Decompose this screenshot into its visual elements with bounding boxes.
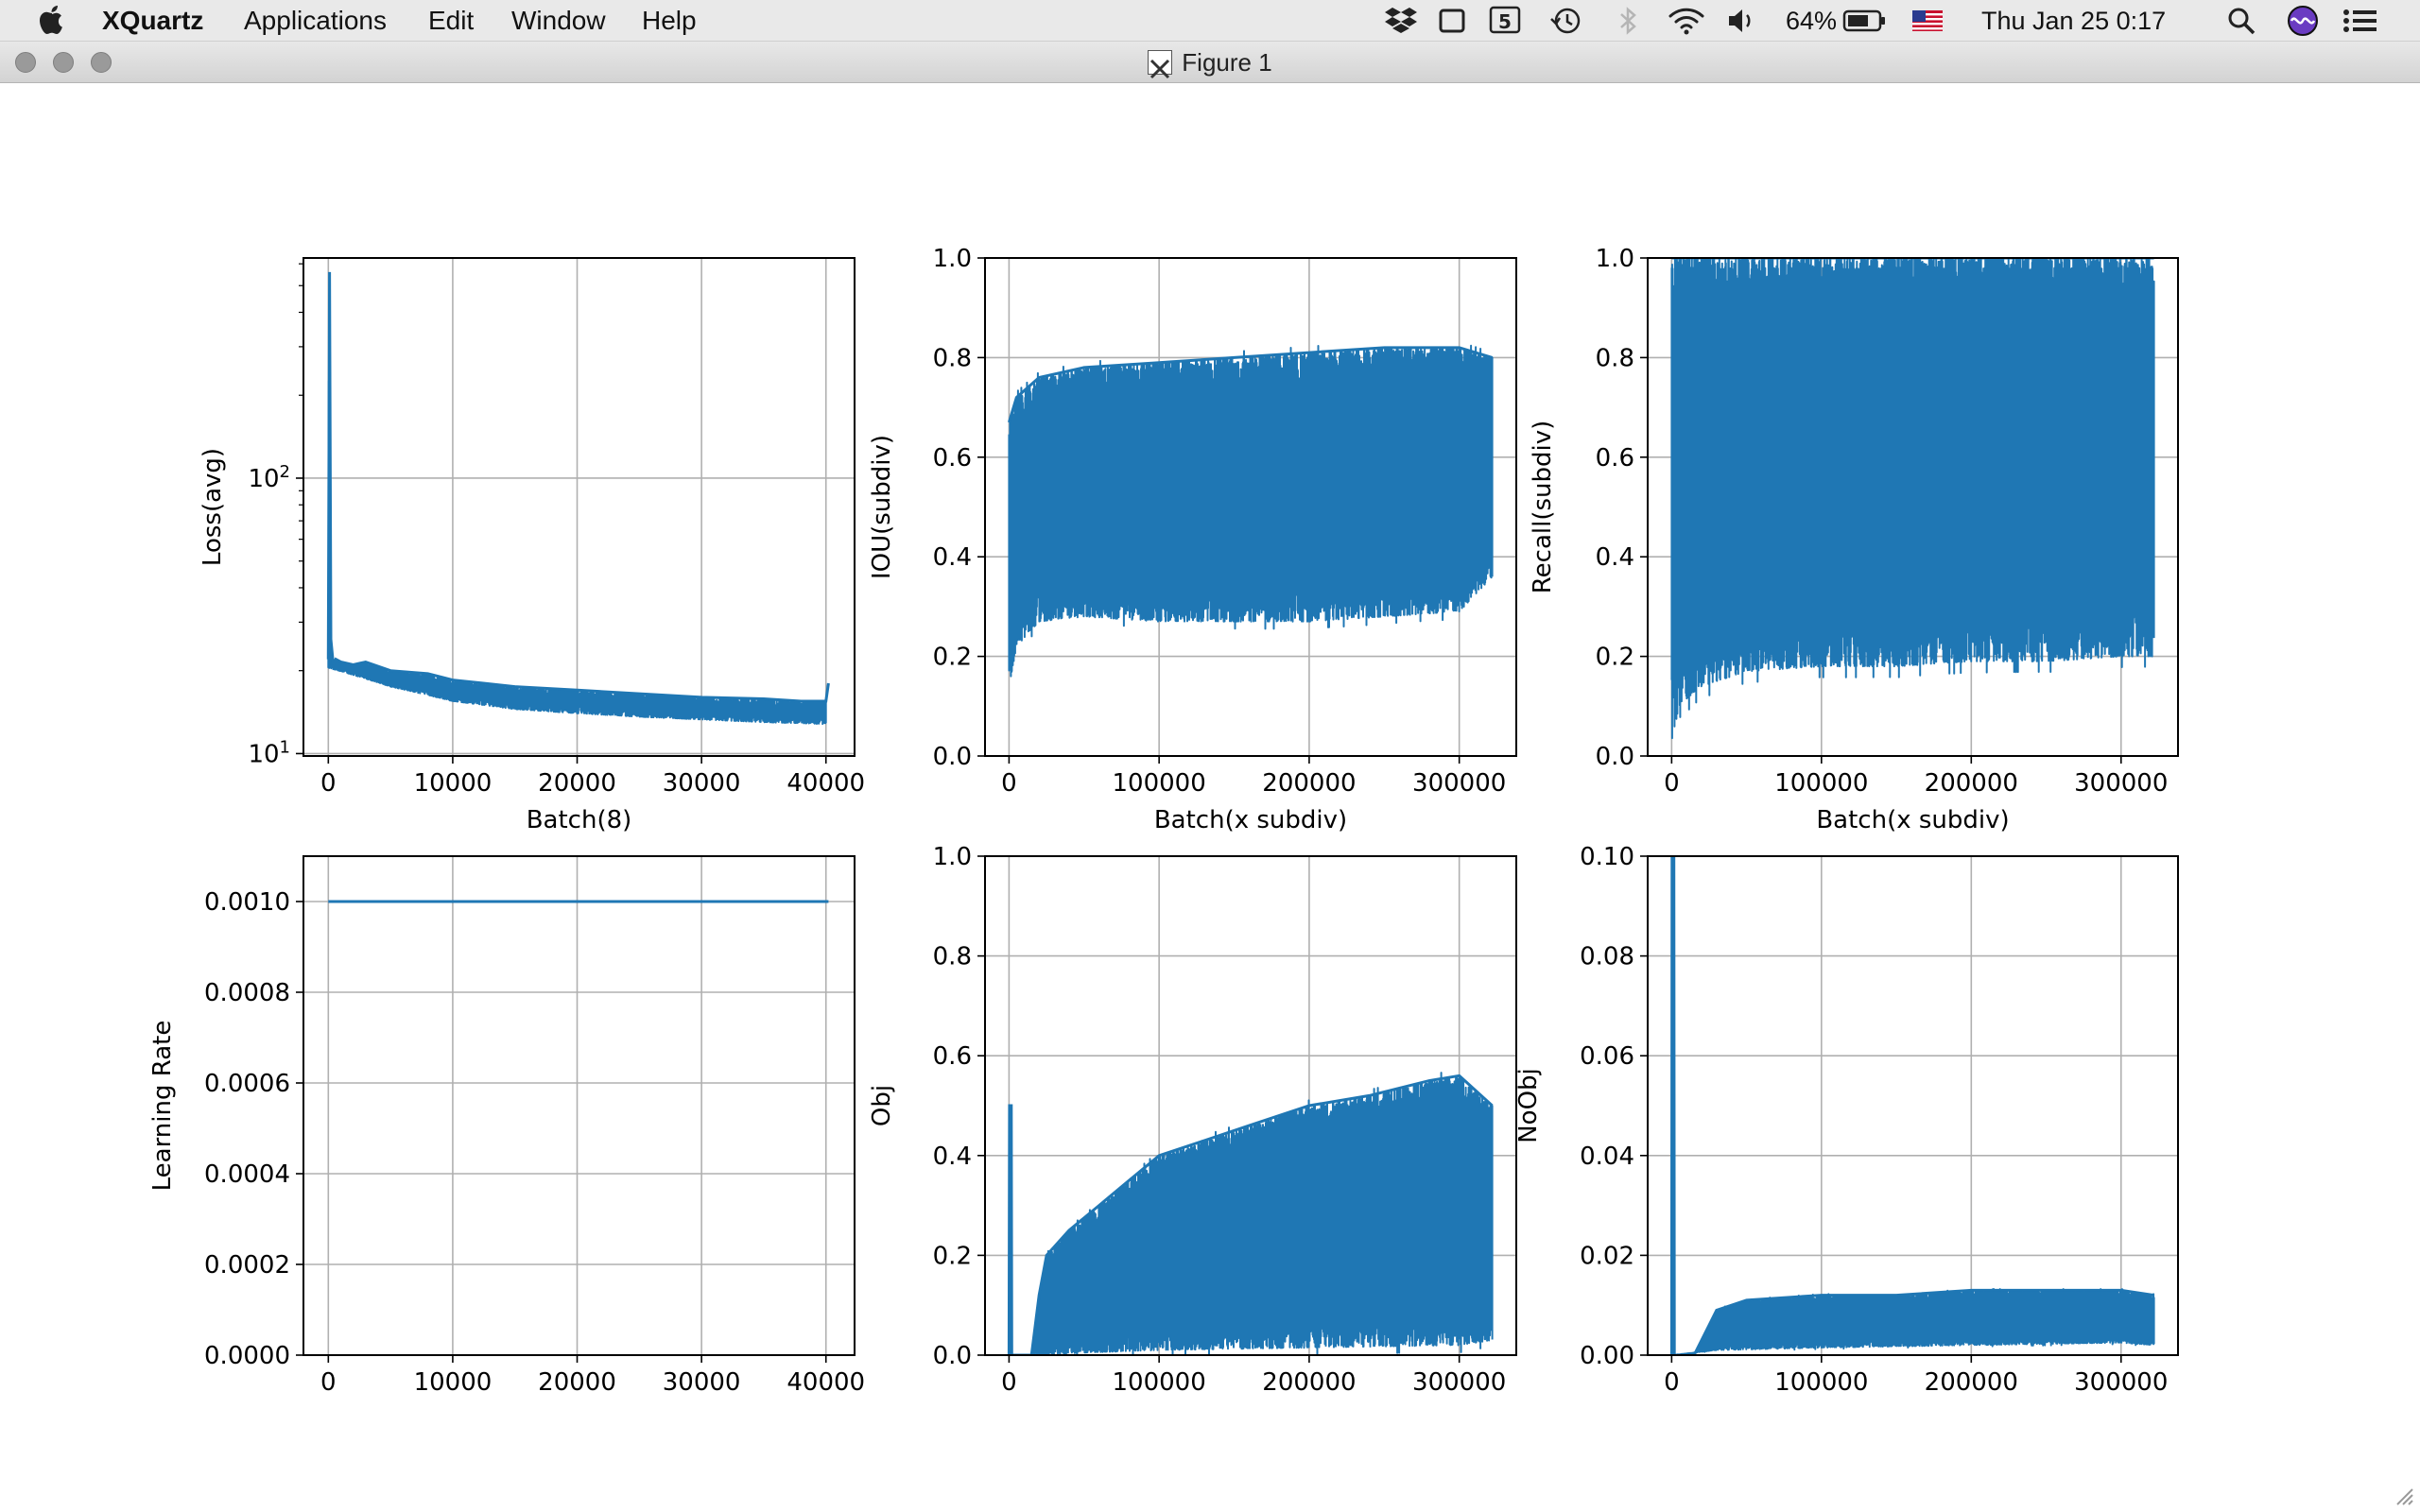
y-axis-label: Loss(avg) [199, 448, 227, 566]
dropbox-icon[interactable] [1384, 0, 1418, 42]
bluetooth-icon[interactable] [1616, 0, 1639, 42]
window-titlebar: Figure 1 [0, 42, 2420, 83]
x-axis-label: Batch(8) [527, 806, 632, 834]
y-tick-label: 0.0002 [204, 1251, 290, 1280]
screen-icon[interactable] [1438, 0, 1466, 42]
x-tick-label: 30000 [663, 769, 741, 798]
time-machine-icon[interactable] [1549, 0, 1583, 42]
x-tick-label: 100000 [1113, 1368, 1206, 1397]
menu-edit[interactable]: Edit [428, 0, 474, 42]
datetime: Thu Jan 25 0:17 [1981, 6, 2167, 35]
x-tick-label: 300000 [1412, 1368, 1506, 1397]
menu-bar: XQuartz Applications Edit Window Help 5 … [0, 0, 2420, 42]
y-tick-label: 0.8 [933, 943, 972, 971]
x-tick-label: 100000 [1113, 769, 1206, 798]
y-tick-label: 0.8 [933, 344, 972, 372]
window-title: Figure 1 [1182, 48, 1272, 77]
y-tick-label: 0.2 [933, 1242, 972, 1270]
html5-icon[interactable]: 5 [1489, 0, 1521, 42]
svg-text:5: 5 [1498, 10, 1512, 33]
resize-grip-icon[interactable] [2390, 1482, 2414, 1506]
notification-list-icon[interactable] [2342, 0, 2378, 42]
x-tick-label: 0 [1664, 769, 1680, 798]
y-tick-label: 0.0 [1596, 743, 1634, 771]
menu-applications[interactable]: Applications [244, 0, 387, 42]
y-tick-label: 0.0 [933, 1342, 972, 1370]
flag-icon[interactable] [1912, 0, 1943, 42]
y-axis-label: Recall(subdiv) [1529, 421, 1557, 594]
window-title-area: Figure 1 [0, 42, 2420, 83]
x-tick-label: 20000 [538, 1368, 616, 1397]
x-tick-label: 200000 [1262, 769, 1356, 798]
siri-icon[interactable] [2287, 0, 2319, 42]
y-tick-label: 1.0 [933, 843, 972, 871]
battery-percent: 64% [1786, 6, 1838, 35]
volume-icon[interactable] [1726, 0, 1756, 42]
y-tick-label: 0.2 [933, 644, 972, 672]
y-tick-label: 1.0 [1596, 245, 1634, 273]
figure-canvas: 0 10000 20000 30000 40000101102Batch(8)Loss(… [0, 83, 2420, 1512]
y-tick-label: 0.8 [1596, 344, 1634, 372]
x-tick-label: 40000 [786, 769, 865, 798]
y-tick-label: 0.2 [1596, 644, 1634, 672]
x-tick-label: 30000 [663, 1368, 741, 1397]
y-tick-label: 0.0 [933, 743, 972, 771]
y-tick-label: 0.0004 [204, 1160, 290, 1189]
y-tick-label: 0.0010 [204, 888, 290, 917]
y-axis-label: NoObj [1514, 1068, 1543, 1143]
app-menu[interactable]: XQuartz [102, 0, 203, 42]
x-tick-label: 200000 [1925, 769, 2018, 798]
y-tick-label: 0.06 [1580, 1042, 1634, 1071]
search-icon[interactable] [2226, 0, 2256, 42]
menu-help[interactable]: Help [642, 0, 697, 42]
wifi-icon[interactable] [1668, 0, 1705, 42]
y-axis-label: IOU(subdiv) [868, 435, 896, 579]
y-axis-label: Obj [868, 1085, 896, 1126]
y-tick-label: 0.6 [1596, 444, 1634, 472]
x-tick-label: 10000 [414, 769, 493, 798]
y-tick-label: 0.4 [1596, 543, 1634, 572]
y-tick-label: 0.6 [933, 444, 972, 472]
x-tick-label: 200000 [1262, 1368, 1356, 1397]
y-tick-label: 0.0008 [204, 979, 290, 1007]
y-tick-label: 0.08 [1580, 943, 1634, 971]
x-tick-label: 100000 [1774, 769, 1868, 798]
x-tick-label: 300000 [1412, 769, 1506, 798]
y-tick-label: 0.04 [1580, 1143, 1634, 1171]
y-tick-label: 0.6 [933, 1042, 972, 1071]
x-tick-label: 20000 [538, 769, 616, 798]
x-axis-label: Batch(x subdiv) [1816, 806, 2009, 834]
y-tick-label: 0.0006 [204, 1070, 290, 1098]
y-tick-label: 0.00 [1580, 1342, 1634, 1370]
xquartz-x-icon [1148, 50, 1173, 79]
y-axis-label: Learning Rate [148, 1021, 177, 1192]
x-tick-label: 100000 [1774, 1368, 1868, 1397]
apple-icon[interactable] [36, 4, 68, 38]
x-tick-label: 0 [320, 769, 337, 798]
y-tick-label: 0.02 [1580, 1242, 1634, 1270]
x-tick-label: 0 [1664, 1368, 1680, 1397]
y-tick-label: 1.0 [933, 245, 972, 273]
x-axis-label: Batch(x subdiv) [1154, 806, 1347, 834]
battery-icon [1842, 9, 1886, 32]
clock[interactable]: Thu Jan 25 0:17 [1981, 0, 2166, 42]
y-tick-label: 0.4 [933, 1143, 972, 1171]
x-tick-label: 0 [320, 1368, 337, 1397]
x-tick-label: 10000 [414, 1368, 493, 1397]
x-tick-label: 0 [1001, 1368, 1017, 1397]
x-tick-label: 300000 [2074, 1368, 2168, 1397]
battery-status[interactable]: 64% [1786, 0, 1886, 42]
y-tick-label: 0.10 [1580, 843, 1634, 871]
x-tick-label: 200000 [1925, 1368, 2018, 1397]
y-tick-label: 0.0000 [204, 1342, 290, 1370]
x-tick-label: 300000 [2074, 769, 2168, 798]
x-tick-label: 40000 [786, 1368, 865, 1397]
y-tick-label: 0.4 [933, 543, 972, 572]
x-tick-label: 0 [1001, 769, 1017, 798]
menu-window[interactable]: Window [511, 0, 606, 42]
